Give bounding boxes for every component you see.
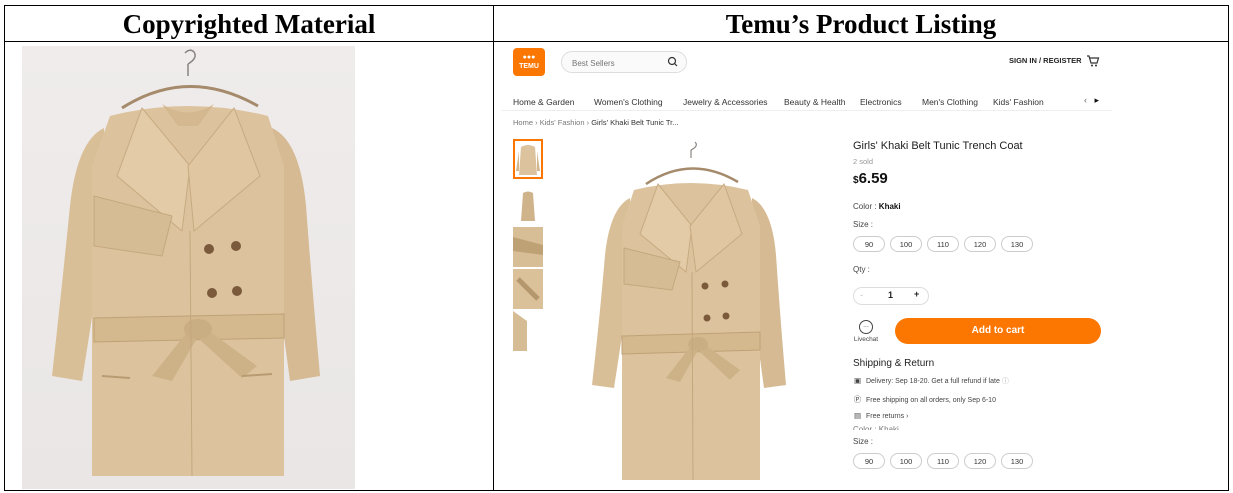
- product-title: Girls' Khaki Belt Tunic Trench Coat: [853, 140, 1023, 152]
- header-copyrighted-material: Copyrighted Material: [122, 9, 376, 39]
- free-returns-link[interactable]: Free returns ›: [866, 413, 908, 420]
- breadcrumb-home[interactable]: Home: [513, 118, 533, 127]
- nav-prev-icon[interactable]: ‹: [1084, 95, 1087, 105]
- sold-count: 2 sold: [853, 157, 874, 166]
- size-option-120[interactable]: 120: [964, 236, 996, 252]
- header-divider: [4, 41, 1229, 42]
- nav-kids-fashion[interactable]: Kids' Fashion: [993, 97, 1044, 107]
- thumbnail-1[interactable]: [513, 139, 543, 179]
- nav-jewelry-accessories[interactable]: Jewelry & Accessories: [683, 97, 768, 107]
- size-option-90[interactable]: 90: [853, 236, 885, 252]
- trench-coat-image: [52, 49, 320, 477]
- breadcrumb-current: Girls' Khaki Belt Tunic Tr...: [591, 118, 679, 127]
- delivery-text: Delivery: Sep 18-20. Get a full refund i…: [866, 378, 1000, 385]
- thumbnail-4[interactable]: [513, 269, 543, 309]
- qty-increase-button[interactable]: +: [914, 289, 919, 299]
- chat-bubble-icon: …: [859, 320, 873, 334]
- free-shipping-row: Ⓟ Free shipping on all orders, only Sep 6…: [853, 394, 996, 405]
- free-shipping-text: Free shipping on all orders, only Sep 6-…: [866, 397, 996, 404]
- shipping-return-title: Shipping & Return: [853, 358, 935, 369]
- size-option-130[interactable]: 130: [1001, 236, 1033, 252]
- thumbnail-3[interactable]: [513, 227, 543, 267]
- logo-text: TEMU: [519, 63, 539, 70]
- size-option-100[interactable]: 100: [890, 236, 922, 252]
- size-option-130[interactable]: 130: [1001, 453, 1033, 469]
- header-temu-listing: Temu’s Product Listing: [725, 9, 997, 39]
- search-input[interactable]: [570, 55, 664, 71]
- size-option-100[interactable]: 100: [890, 453, 922, 469]
- livechat-label: Livechat: [853, 336, 879, 343]
- delivery-row: ▣ Delivery: Sep 18-20. Get a full refund …: [853, 376, 1009, 386]
- livechat-button[interactable]: … Livechat: [853, 320, 879, 343]
- breadcrumb: Home › Kids' Fashion › Girls' Khaki Belt…: [513, 118, 678, 127]
- size-option-90[interactable]: 90: [853, 453, 885, 469]
- size-option-110[interactable]: 110: [927, 453, 959, 469]
- return-box-icon: ▤: [853, 411, 862, 420]
- color-value: Khaki: [878, 202, 901, 211]
- category-nav: Home & Garden Women's Clothing Jewelry &…: [502, 92, 1112, 112]
- color-label-row: Color : Khaki: [853, 202, 901, 211]
- color-label: Color :: [853, 202, 877, 211]
- thumbnail-5[interactable]: [513, 311, 543, 351]
- info-icon[interactable]: ⓘ: [1002, 378, 1009, 385]
- original-coat-photo: [22, 46, 355, 489]
- size-option-110[interactable]: 110: [927, 236, 959, 252]
- cart-icon[interactable]: [1086, 54, 1100, 68]
- add-to-cart-button[interactable]: Add to cart: [895, 318, 1101, 344]
- qty-value[interactable]: 1: [888, 290, 893, 300]
- top-bar: ●●● TEMU SIGN IN / REGISTER: [502, 44, 1112, 80]
- nav-arrows: ‹ ▸: [1084, 95, 1099, 106]
- size-label: Size :: [853, 220, 874, 229]
- nav-electronics[interactable]: Electronics: [860, 97, 902, 107]
- shipping-badge-icon: Ⓟ: [853, 395, 862, 404]
- nav-womens-clothing[interactable]: Women's Clothing: [594, 97, 663, 107]
- qty-decrease-button[interactable]: -: [860, 290, 863, 300]
- repeat-color-label: Color : Khaki: [853, 425, 899, 430]
- qty-label: Qty :: [853, 265, 870, 274]
- quantity-stepper: - 1 +: [853, 287, 929, 305]
- nav-divider: [502, 110, 1112, 111]
- product-price: $6.59: [853, 170, 888, 187]
- search-bar[interactable]: [561, 51, 687, 73]
- price-value: 6.59: [858, 170, 888, 187]
- breadcrumb-category[interactable]: Kids' Fashion: [540, 118, 585, 127]
- size-option-120[interactable]: 120: [964, 453, 996, 469]
- temu-product-page: ●●● TEMU SIGN IN / REGISTER Home & Garde…: [502, 44, 1112, 490]
- column-divider: [493, 5, 494, 491]
- truck-icon: ▣: [853, 376, 862, 385]
- nav-next-icon[interactable]: ▸: [1095, 95, 1100, 105]
- search-icon[interactable]: [666, 55, 680, 69]
- nav-mens-clothing[interactable]: Men's Clothing: [922, 97, 978, 107]
- nav-beauty-health[interactable]: Beauty & Health: [784, 97, 845, 107]
- free-returns-row[interactable]: ▤ Free returns ›: [853, 411, 908, 420]
- repeat-size-label: Size :: [853, 437, 874, 446]
- logo-mark-icon: ●●●: [522, 54, 536, 61]
- nav-home-garden[interactable]: Home & Garden: [513, 97, 574, 107]
- thumbnail-2[interactable]: [513, 185, 543, 225]
- sign-in-register-link[interactable]: SIGN IN / REGISTER: [1009, 56, 1082, 65]
- main-product-image[interactable]: [572, 140, 810, 490]
- trench-coat-image: [592, 141, 786, 481]
- temu-logo[interactable]: ●●● TEMU: [513, 48, 545, 76]
